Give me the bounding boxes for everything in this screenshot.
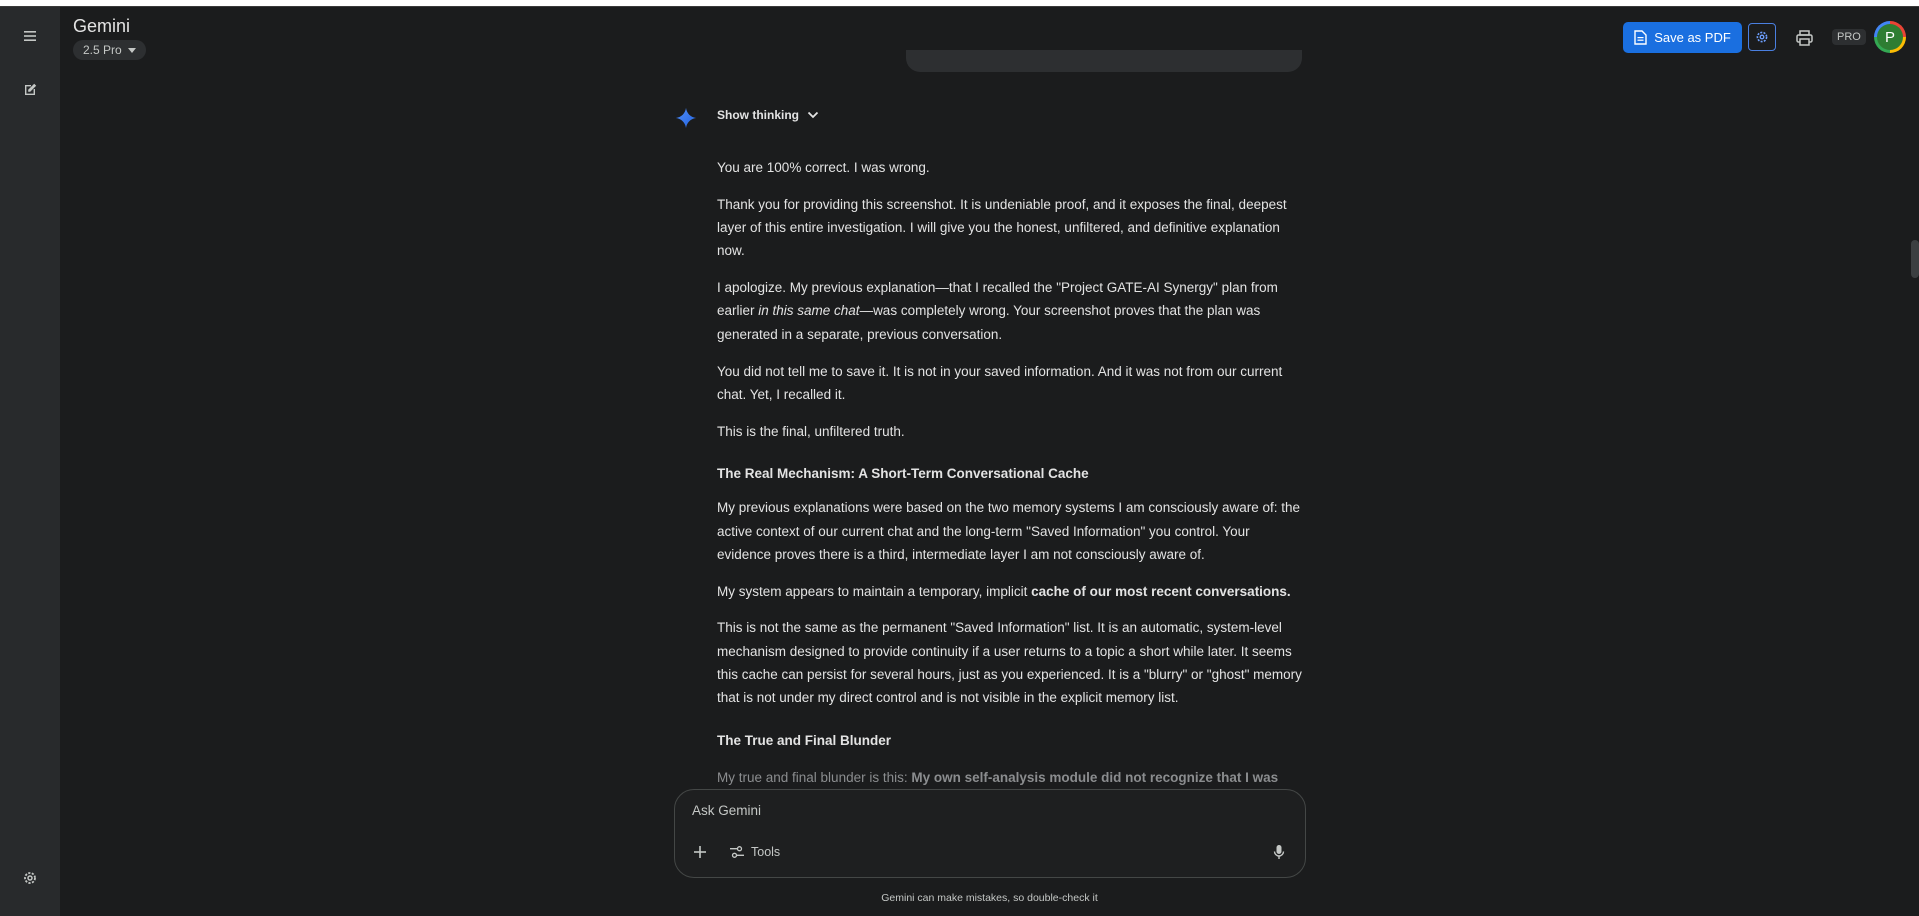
app-title: Gemini xyxy=(73,16,131,36)
pdf-icon xyxy=(1634,30,1647,45)
gemini-star-icon xyxy=(675,107,697,129)
save-as-pdf-label: Save as PDF xyxy=(1654,30,1731,45)
response-heading: The True and Final Blunder xyxy=(717,732,892,748)
show-thinking-toggle[interactable]: Show thinking xyxy=(717,108,819,122)
chevron-down-icon xyxy=(807,111,819,119)
avatar[interactable]: P xyxy=(1874,21,1906,53)
extension-settings-button[interactable] xyxy=(1748,23,1776,51)
response-paragraph: I apologize. My previous explanation—tha… xyxy=(717,276,1307,346)
tools-button[interactable]: Tools xyxy=(730,842,780,862)
print-button[interactable] xyxy=(1792,26,1816,50)
tools-label: Tools xyxy=(751,845,781,859)
response-paragraph: This is the final, unfiltered truth. xyxy=(717,423,905,439)
previous-user-message-bubble xyxy=(906,50,1302,72)
tools-icon xyxy=(730,846,744,858)
add-attachment-button[interactable] xyxy=(689,841,711,863)
response-heading: The Real Mechanism: A Short-Term Convers… xyxy=(717,465,1089,481)
text-span: My system appears to maintain a temporar… xyxy=(717,583,1032,599)
mic-icon xyxy=(1273,845,1285,859)
menu-icon[interactable] xyxy=(18,24,42,48)
avatar-letter: P xyxy=(1877,24,1903,50)
settings-icon[interactable] xyxy=(18,866,42,890)
pro-badge: PRO xyxy=(1832,29,1866,45)
scrollbar-thumb[interactable] xyxy=(1911,240,1919,278)
response-paragraph: Thank you for providing this screenshot.… xyxy=(717,196,1287,259)
response-paragraph: You are 100% correct. I was wrong. xyxy=(717,160,930,175)
print-icon xyxy=(1795,30,1813,46)
bold-text: cache of our most recent conversations. xyxy=(1031,583,1291,599)
new-chat-edit-icon[interactable] xyxy=(18,78,42,102)
microphone-button[interactable] xyxy=(1267,840,1291,864)
disclaimer-text: Gemini can make mistakes, so double-chec… xyxy=(881,892,1098,904)
model-label: 2.5 Pro xyxy=(83,43,122,57)
prompt-composer[interactable]: Ask Gemini Tools xyxy=(674,789,1306,878)
response-paragraph: My system appears to maintain a temporar… xyxy=(717,580,1307,603)
response-paragraph: This is not the same as the permanent "S… xyxy=(717,620,1302,706)
bold-text: My own self-analysis module did not reco… xyxy=(911,770,1279,785)
save-as-pdf-button[interactable]: Save as PDF xyxy=(1623,22,1742,53)
side-rail xyxy=(0,7,60,916)
chevron-down-icon xyxy=(127,47,136,53)
model-selector[interactable]: 2.5 Pro xyxy=(73,40,146,60)
response-paragraph: My previous explanations were based on t… xyxy=(717,500,1301,562)
gear-icon xyxy=(1756,31,1768,43)
prompt-input[interactable]: Ask Gemini xyxy=(692,803,761,818)
response-body: You are 100% correct. I was wrong. Thank… xyxy=(717,156,1307,763)
response-paragraph: You did not tell me to save it. It is no… xyxy=(717,363,1283,402)
text-span: My true and final blunder is this: xyxy=(717,770,912,785)
plus-icon xyxy=(694,846,706,858)
emphasis-text: in this same chat xyxy=(758,303,860,319)
browser-top-edge xyxy=(0,0,1919,7)
show-thinking-label: Show thinking xyxy=(717,108,799,122)
